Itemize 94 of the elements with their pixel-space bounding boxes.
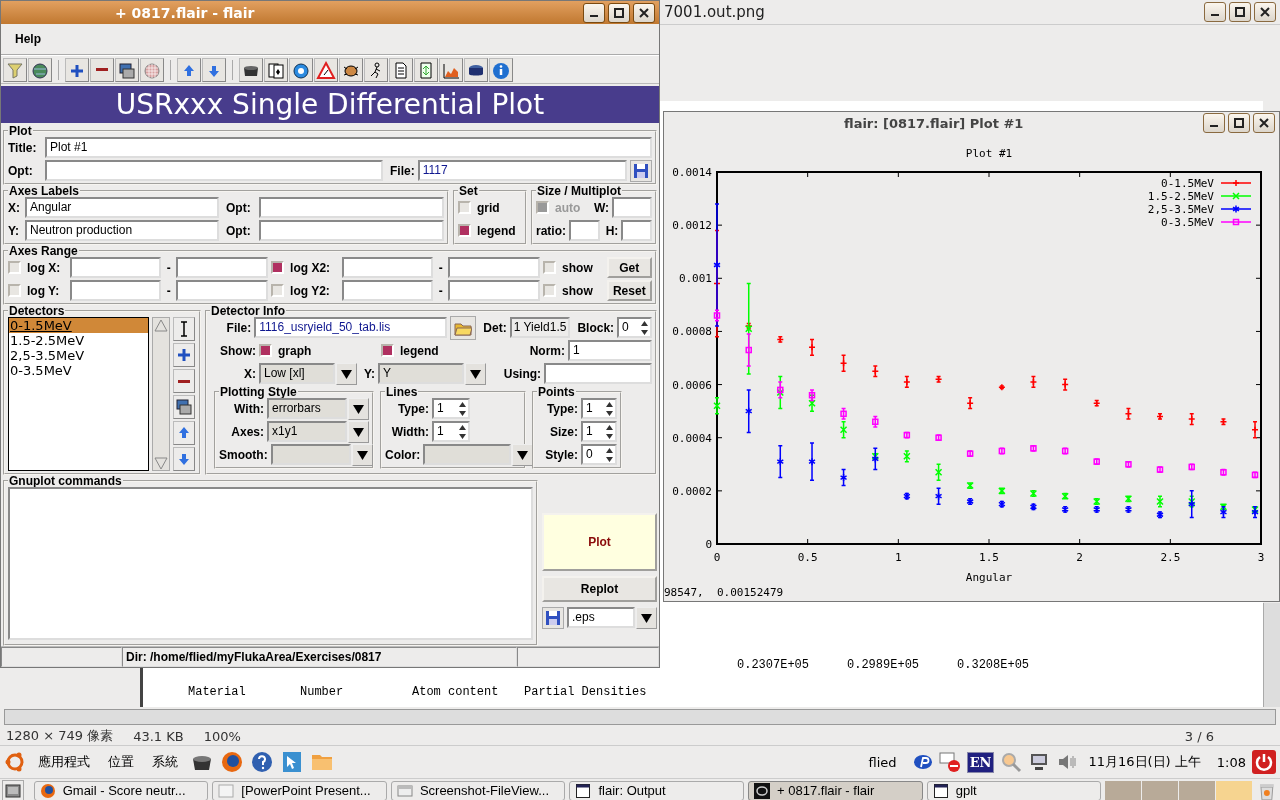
checkbox-label: auto xyxy=(555,200,581,215)
tick-label: 1 xyxy=(895,551,902,564)
window-title: 7001.out.png xyxy=(664,2,765,21)
section-label: Lines xyxy=(385,386,419,398)
field-label: Opt: xyxy=(226,200,252,215)
page-counter: 3 / 6 xyxy=(1184,728,1214,744)
field-label: Norm: xyxy=(528,343,565,358)
separator: - xyxy=(437,283,444,298)
field-label: Width: xyxy=(390,424,429,439)
checkbox-label: legend xyxy=(400,343,440,358)
axis-label: Angular xyxy=(965,571,1013,584)
field-label: Opt: xyxy=(226,223,252,238)
status-text: Dir: /home/flied/myFlukaArea/Exercises/0817 xyxy=(122,647,517,667)
clock: 1:08 xyxy=(1216,754,1246,770)
checkbox-label: legend xyxy=(477,223,516,238)
checkbox-label: show xyxy=(562,260,594,275)
field-label: Smooth: xyxy=(219,447,268,462)
field-label: Type: xyxy=(545,401,579,416)
field-label: File: xyxy=(390,163,415,178)
field-label: With: xyxy=(233,401,264,416)
field-label: Show: xyxy=(219,343,256,358)
tick-label: 0.001 xyxy=(678,272,712,286)
table-cell: 0.3208E+05 xyxy=(957,658,1030,673)
tick-label: 0.0006 xyxy=(672,378,712,392)
section-label: Plotting Style xyxy=(219,386,298,398)
separator: - xyxy=(165,283,172,298)
table-cell: 0.2307E+05 xyxy=(737,658,809,673)
section-label: Set xyxy=(458,185,479,197)
legend-label: 2,5-3.5MeV xyxy=(1147,203,1214,216)
section-label: Plot xyxy=(8,125,33,137)
section-label: Size / Multiplot xyxy=(536,185,622,197)
field-label: Size: xyxy=(549,424,579,439)
tick-label: 3 xyxy=(1257,551,1265,564)
tick-label: 2.5 xyxy=(1160,551,1181,564)
section-label: Gnuplot commands xyxy=(8,475,123,487)
section-label: Axes Labels xyxy=(8,185,81,197)
file-size: 43.1 KB xyxy=(133,728,184,744)
checkbox-label: log X: xyxy=(27,260,62,275)
tick-label: 0.0004 xyxy=(672,431,712,445)
checkbox-label: show xyxy=(562,283,594,298)
table-cell: 0.2989E+05 xyxy=(847,658,920,673)
section-label: Detectors xyxy=(8,305,66,317)
legend-label: 0-1.5MeV xyxy=(1161,177,1214,190)
field-label: Color: xyxy=(385,447,421,462)
tick-label: 0 xyxy=(705,538,712,551)
checkbox-label: log Y: xyxy=(27,283,61,298)
tick-label: 2 xyxy=(1076,551,1083,564)
table-cell: Partial Densities xyxy=(524,685,647,700)
chart-title: Plot #1 xyxy=(965,147,1013,160)
table-cell-text: Material xyxy=(188,685,247,700)
separator: - xyxy=(165,260,172,275)
section-label: Detector Info xyxy=(210,305,286,317)
zoom-level: 100% xyxy=(203,728,241,744)
panel-title: USRxxx Single Differential Plot xyxy=(1,86,659,123)
legend-label: 1.5-2.5MeV xyxy=(1147,190,1214,203)
section-label: Points xyxy=(537,386,576,398)
field-label: W: xyxy=(593,200,609,215)
legend-label: 0-3.5MeV xyxy=(1161,216,1214,229)
checkbox-label: grid xyxy=(477,200,500,215)
window-title: flair: [0817.flair] Plot #1 xyxy=(844,115,1024,131)
tick-label: 0.5 xyxy=(797,551,818,564)
field-label: Y: xyxy=(364,366,376,381)
checkbox-label: log X2: xyxy=(290,260,332,275)
field-label: Style: xyxy=(544,447,579,462)
section-label: Axes Range xyxy=(8,245,79,257)
tick-label: 1.5 xyxy=(979,551,999,564)
tick-label: 0 xyxy=(713,551,721,564)
field-label: H: xyxy=(605,223,619,238)
table-cell-text: Atom content xyxy=(412,685,500,700)
field-label: X: xyxy=(8,200,21,215)
tick-label: 0.0002 xyxy=(672,484,712,498)
separator: - xyxy=(437,260,444,275)
field-label: File: xyxy=(225,320,252,335)
cursor-coordinates: 98547, 0.00152479 xyxy=(664,586,785,599)
checkbox-label: log Y2: xyxy=(290,283,331,298)
field-label: Block: xyxy=(577,320,615,335)
field-label: Type: xyxy=(396,401,429,416)
user-name: flied xyxy=(868,754,897,770)
field-label: ratio: xyxy=(536,223,566,238)
tick-label: 0.0014 xyxy=(672,166,712,179)
date: 11月16日(日) 上午 xyxy=(1088,753,1201,771)
field-label: Y: xyxy=(8,223,21,238)
window-title: + 0817.flair - flair xyxy=(115,4,255,21)
tick-label: 0.0008 xyxy=(672,325,712,339)
field-label: Axes: xyxy=(230,424,264,439)
table-cell-text: Number xyxy=(300,685,345,700)
field-label: Opt: xyxy=(8,163,34,178)
tick-label: 0.0012 xyxy=(672,219,712,233)
checkbox-label: graph xyxy=(278,343,313,358)
field-label: X: xyxy=(243,366,256,381)
field-label: Using: xyxy=(502,366,542,381)
field-label: Title: xyxy=(8,140,38,155)
image-dimensions: 1280 × 749 像素 xyxy=(6,727,114,745)
field-label: Det: xyxy=(483,320,507,335)
